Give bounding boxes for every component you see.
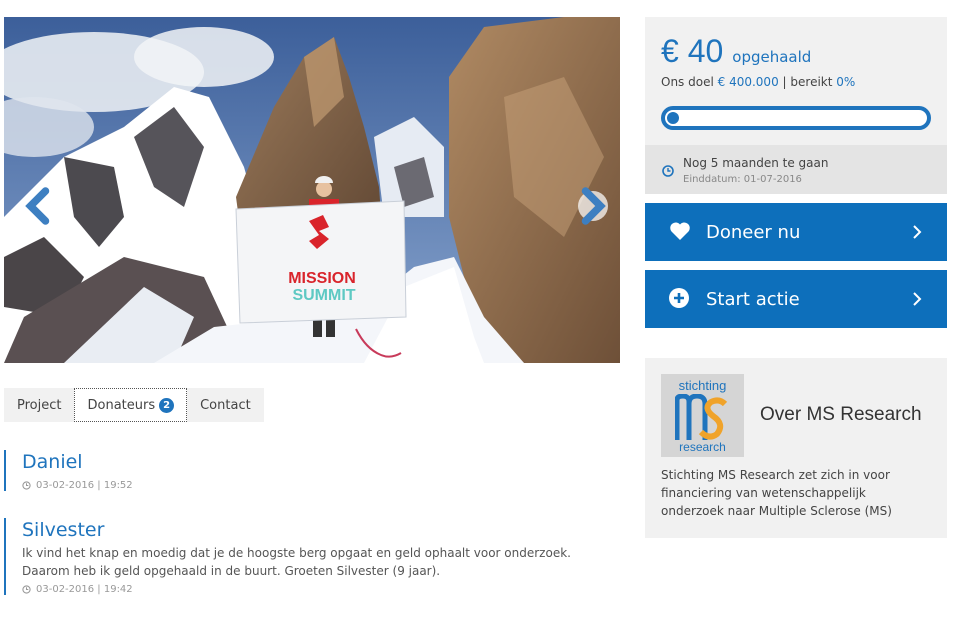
donor-date-text: 03-02-2016 | 19:42 bbox=[36, 584, 133, 595]
donor-name: Silvester bbox=[22, 519, 105, 541]
tab-project[interactable]: Project bbox=[4, 388, 75, 422]
start-action-button-label: Start actie bbox=[706, 289, 800, 310]
organization-logo[interactable]: stichting research bbox=[661, 374, 744, 457]
progress-indicator bbox=[667, 112, 679, 124]
donate-button[interactable]: Doneer nu bbox=[645, 203, 947, 261]
amount-value: € 40 bbox=[661, 33, 724, 69]
tab-contact-label: Contact bbox=[200, 397, 251, 413]
goal-line: Ons doel € 400.000 | bereikt 0% bbox=[661, 75, 855, 89]
chevron-right-icon bbox=[581, 187, 606, 225]
progress-bar bbox=[661, 106, 931, 130]
chevron-left-icon bbox=[25, 187, 50, 225]
chevron-right-icon bbox=[913, 225, 922, 239]
organization-panel: stichting research Over MS Research Stic… bbox=[645, 358, 947, 538]
deadline-date: Einddatum: 01-07-2016 bbox=[683, 174, 802, 185]
organization-title[interactable]: Over MS Research bbox=[760, 404, 922, 426]
carousel-next-button[interactable] bbox=[578, 187, 608, 225]
reached-label: bereikt bbox=[790, 75, 833, 89]
amount-raised: € 40 opgehaald bbox=[661, 33, 811, 70]
plus-circle-icon bbox=[669, 288, 689, 308]
deadline-info: Nog 5 maanden te gaan Einddatum: 01-07-2… bbox=[645, 145, 947, 194]
deadline-text: Nog 5 maanden te gaan bbox=[683, 156, 829, 170]
donor-date: 03-02-2016 | 19:52 bbox=[22, 480, 624, 491]
banner-line2: SUMMIT bbox=[292, 287, 355, 304]
hero-carousel: MISSION SUMMIT bbox=[4, 17, 620, 363]
logo-top-text: stichting bbox=[678, 378, 727, 393]
logo-bottom-text: research bbox=[679, 440, 726, 454]
donor-name: Daniel bbox=[22, 451, 83, 473]
amount-label: opgehaald bbox=[732, 48, 812, 66]
goal-prefix: Ons doel bbox=[661, 75, 714, 89]
chevron-right-icon bbox=[913, 292, 922, 306]
donor-item: Daniel 03-02-2016 | 19:52 bbox=[4, 450, 624, 491]
goal-amount: € 400.000 bbox=[717, 75, 779, 89]
funding-progress-panel: € 40 opgehaald Ons doel € 400.000 | bere… bbox=[645, 17, 947, 194]
goal-separator: | bbox=[782, 75, 787, 89]
heart-icon bbox=[670, 222, 690, 240]
hero-photo: MISSION SUMMIT bbox=[4, 17, 620, 363]
carousel-prev-button[interactable] bbox=[23, 187, 53, 225]
tab-contact[interactable]: Contact bbox=[187, 388, 264, 422]
tab-project-label: Project bbox=[17, 397, 62, 413]
tab-donateurs[interactable]: Donateurs 2 bbox=[74, 388, 188, 422]
donate-button-label: Doneer nu bbox=[706, 222, 801, 243]
donor-message: Ik vind het knap en moedig dat je de hoo… bbox=[22, 546, 571, 578]
donor-count-badge: 2 bbox=[159, 397, 175, 413]
project-tabs: Project Donateurs 2 Contact bbox=[4, 388, 264, 422]
reached-percent: 0% bbox=[836, 75, 856, 89]
ms-logo-mark bbox=[675, 394, 728, 440]
donor-item: Silvester Ik vind het knap en moedig dat… bbox=[4, 518, 624, 595]
clock-icon bbox=[662, 165, 674, 177]
clock-icon bbox=[22, 481, 31, 490]
donor-date-text: 03-02-2016 | 19:52 bbox=[36, 480, 133, 491]
organization-description: Stichting MS Research zet zich in voor f… bbox=[661, 468, 892, 518]
tab-donateurs-label: Donateurs bbox=[87, 397, 156, 413]
donor-date: 03-02-2016 | 19:42 bbox=[22, 584, 624, 595]
start-action-button[interactable]: Start actie bbox=[645, 270, 947, 328]
clock-icon bbox=[22, 585, 31, 594]
banner-line1: MISSION bbox=[288, 270, 356, 287]
